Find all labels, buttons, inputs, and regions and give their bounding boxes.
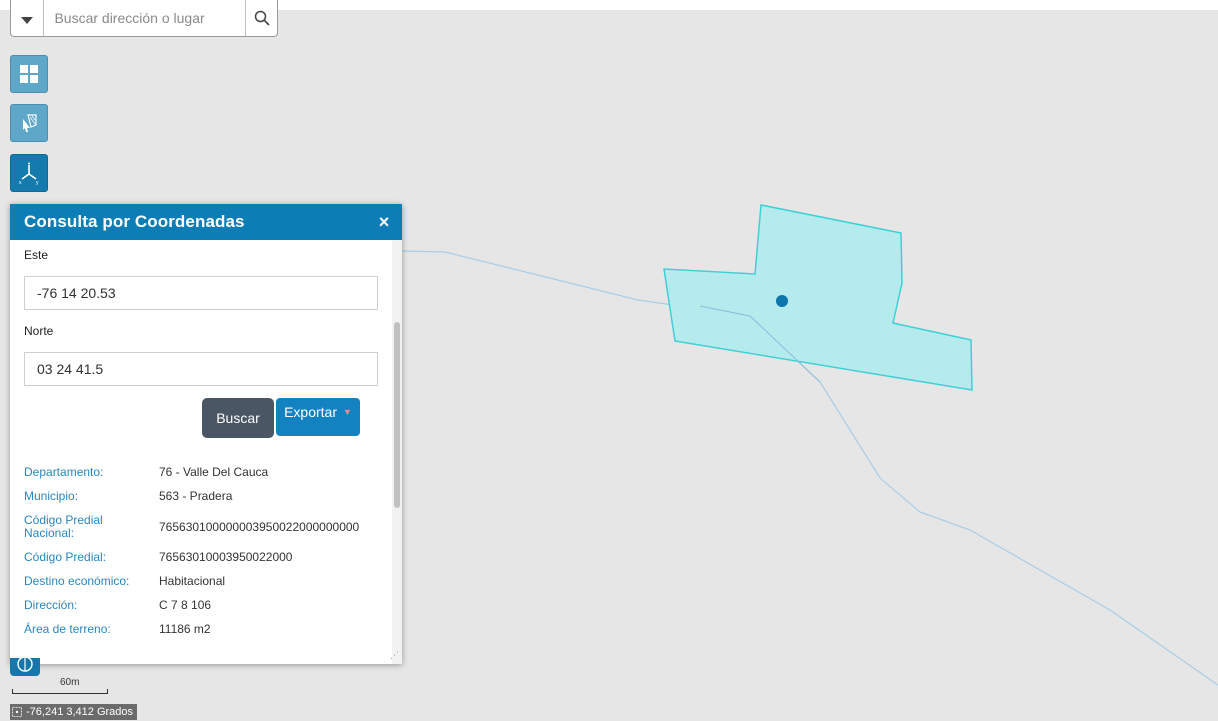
coordinate-query-panel: Consulta por Coordenadas × Este Norte Bu… (10, 204, 402, 664)
este-input[interactable] (35, 284, 367, 302)
search-source-dropdown[interactable] (11, 0, 45, 36)
este-field (24, 276, 378, 310)
info-row: Código Predial Nacional: 7656301000000039… (24, 514, 378, 540)
info-row: Área de terreno: 11186 m2 (24, 623, 378, 636)
info-key: Área de terreno: (24, 622, 111, 636)
info-key: Destino económico: (24, 574, 130, 588)
grid-icon (20, 65, 38, 83)
chevron-down-icon (21, 16, 34, 24)
panel-scrollbar[interactable] (392, 240, 402, 664)
buscar-button[interactable]: Buscar (202, 398, 274, 438)
svg-text:y: y (36, 180, 39, 185)
exportar-label: Exportar (284, 404, 337, 420)
locate-button[interactable] (10, 656, 40, 676)
info-value: 76 - Valle Del Cauca (159, 465, 269, 479)
info-key: Municipio: (24, 489, 79, 503)
info-key: Dirección: (24, 598, 78, 612)
resize-handle-icon[interactable]: ⋰ (390, 650, 399, 661)
locate-icon (17, 656, 33, 672)
panel-body: Este Norte Buscar Exportar ▼ Departament… (10, 240, 392, 664)
coordinate-readout[interactable]: -76,241 3,412 Grados (10, 704, 138, 720)
parcel-info-list: Departamento: 76 - Valle Del Cauca Munici… (24, 466, 378, 636)
info-value: Habitacional (159, 574, 226, 588)
buscar-label: Buscar (216, 410, 260, 426)
norte-label: Norte (24, 324, 54, 338)
info-key: Departamento: (24, 465, 104, 479)
basemap-gallery-button[interactable] (10, 55, 48, 93)
norte-input[interactable] (35, 360, 367, 378)
info-value: 76563010003950022000 (159, 550, 293, 564)
action-buttons: Buscar Exportar ▼ (24, 398, 378, 442)
search-icon (254, 10, 270, 26)
search-button[interactable] (245, 0, 277, 36)
info-row: Código Predial: 76563010003950022000 (24, 551, 378, 564)
info-row: Dirección: C 7 8 106 (24, 599, 378, 612)
crosshair-icon (12, 707, 22, 717)
svg-text:x: x (19, 180, 22, 185)
scrollbar-thumb[interactable] (394, 322, 400, 508)
caret-down-icon: ▼ (343, 407, 352, 417)
este-label: Este (24, 248, 49, 262)
info-value: 563 - Pradera (159, 489, 233, 503)
info-value: 11186 m2 (159, 622, 211, 636)
scale-label: 60m (60, 677, 80, 688)
norte-field (24, 352, 378, 386)
info-row: Destino económico: Habitacional (24, 575, 378, 588)
search-bar (10, 0, 278, 37)
info-row: Departamento: 76 - Valle Del Cauca (24, 466, 378, 479)
panel-header: Consulta por Coordenadas × (10, 204, 402, 240)
coordinate-query-button[interactable]: x y (10, 154, 48, 192)
exportar-button[interactable]: Exportar ▼ (276, 398, 360, 436)
xyz-axis-icon: x y (19, 162, 39, 185)
info-key: Código Predial Nacional: (24, 513, 103, 540)
select-tool-icon (23, 114, 37, 132)
scale-bar-line (12, 689, 108, 694)
info-value: C 7 8 106 (159, 598, 212, 612)
panel-title: Consulta por Coordenadas (24, 212, 245, 231)
search-input[interactable] (44, 0, 246, 36)
query-point-marker[interactable] (776, 295, 788, 307)
coordinate-text: -76,241 3,412 Grados (26, 706, 134, 718)
select-tool-button[interactable] (10, 104, 48, 142)
close-icon[interactable]: × (366, 204, 402, 240)
info-key: Código Predial: (24, 550, 107, 564)
info-value: 765630100000003950022000000000 (159, 519, 360, 534)
info-row: Municipio: 563 - Pradera (24, 490, 378, 503)
parcel-polygon[interactable] (663, 204, 973, 391)
